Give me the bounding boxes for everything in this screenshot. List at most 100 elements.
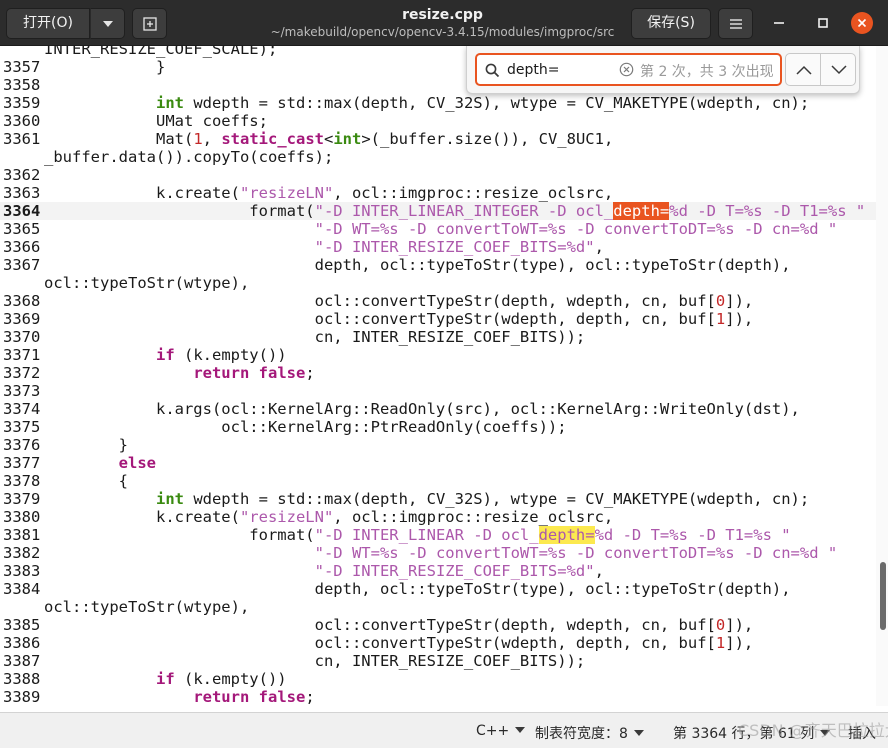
new-tab-button[interactable] [132, 8, 167, 39]
code-line[interactable]: 3383 "-D INTER_RESIZE_COEF_BITS=%d", [0, 562, 876, 580]
code-line[interactable]: 3359 int wdepth = std::max(depth, CV_32S… [0, 94, 876, 112]
code-text: ocl::KernelArg::PtrReadOnly(coeffs)); [44, 418, 567, 436]
code-token: %d -D T=%s -D T1=%s " [594, 526, 791, 544]
code-line[interactable]: 3374 k.args(ocl::KernelArg::ReadOnly(src… [0, 400, 876, 418]
language-selector[interactable]: C++ [476, 723, 526, 739]
code-line[interactable]: 3366 "-D INTER_RESIZE_COEF_BITS=%d", [0, 238, 876, 256]
code-token: } [44, 436, 128, 454]
code-line[interactable]: 3362 [0, 166, 876, 184]
line-number: 3381 [3, 526, 41, 544]
code-token: INTER_RESIZE_COEF_SCALE); [44, 46, 278, 58]
code-line[interactable]: 3378 { [0, 472, 876, 490]
code-line[interactable]: 3365 "-D WT=%s -D convertToWT=%s -D conv… [0, 220, 876, 238]
code-text: ocl::convertTypeStr(depth, wdepth, cn, b… [44, 292, 754, 310]
code-line[interactable]: _buffer.data()).copyTo(coeffs); [0, 148, 876, 166]
code-text: ocl::convertTypeStr(wdepth, depth, cn, b… [44, 634, 754, 652]
code-token: , ocl::imgproc::resize_oclsrc, [333, 184, 614, 202]
code-token: UMat coeffs; [44, 112, 268, 130]
search-box[interactable]: 第 2 次，共 3 次出现 [475, 53, 782, 86]
code-token: "-D WT=%s -D convertToWT=%s -D convertTo… [314, 544, 838, 562]
code-line[interactable]: 3367 depth, ocl::typeToStr(type), ocl::t… [0, 256, 876, 274]
code-line[interactable]: 3364 format("-D INTER_LINEAR_INTEGER -D … [0, 202, 876, 220]
code-token: "-D WT=%s -D convertToWT=%s -D convertTo… [314, 220, 838, 238]
code-token: ]), [725, 292, 754, 310]
code-line[interactable]: 3377 else [0, 454, 876, 472]
code-line[interactable]: ocl::typeToStr(wtype), [0, 598, 876, 616]
close-button[interactable] [851, 12, 873, 34]
code-line[interactable]: 3373 [0, 382, 876, 400]
line-number: 3360 [3, 112, 41, 130]
code-line[interactable]: 3379 int wdepth = std::max(depth, CV_32S… [0, 490, 876, 508]
open-menu-button[interactable] [90, 8, 125, 39]
code-token: if [155, 346, 175, 364]
maximize-button[interactable] [812, 12, 834, 34]
save-button[interactable]: 保存(S) [631, 8, 711, 39]
code-line[interactable]: 3376 } [0, 436, 876, 454]
code-line[interactable]: ocl::typeToStr(wtype), [0, 274, 876, 292]
search-input[interactable] [507, 60, 617, 80]
code-line[interactable]: 3369 ocl::convertTypeStr(wdepth, depth, … [0, 310, 876, 328]
minimize-button[interactable] [768, 12, 790, 34]
line-number: 3379 [3, 490, 41, 508]
vertical-scrollbar[interactable] [876, 46, 888, 706]
line-number: 3388 [3, 670, 41, 688]
code-text: { [44, 472, 128, 490]
code-line[interactable]: 3363 k.create("resizeLN", ocl::imgproc::… [0, 184, 876, 202]
code-token: ocl::KernelArg::PtrReadOnly(coeffs)); [44, 418, 567, 436]
code-token: wdepth = std::max(depth, CV_32S), wtype … [183, 94, 810, 112]
code-token: , [594, 562, 604, 580]
code-line[interactable]: 3382 "-D WT=%s -D convertToWT=%s -D conv… [0, 544, 876, 562]
code-line[interactable]: 3381 format("-D INTER_LINEAR -D ocl_dept… [0, 526, 876, 544]
code-text: ocl::convertTypeStr(wdepth, depth, cn, b… [44, 310, 754, 328]
code-line[interactable]: 3368 ocl::convertTypeStr(depth, wdepth, … [0, 292, 876, 310]
code-line[interactable]: 3375 ocl::KernelArg::PtrReadOnly(coeffs)… [0, 418, 876, 436]
file-path: ~/makebuild/opencv/opencv-3.4.15/modules… [270, 25, 615, 39]
code-editor[interactable]: INTER_RESIZE_COEF_SCALE); 3357 } 3358 3359 … [0, 46, 876, 706]
open-button[interactable]: 打开(O) [6, 8, 90, 39]
line-number: 3364 [3, 202, 41, 220]
search-icon [485, 63, 500, 78]
code-token: %d -D T=%s -D T1=%s " [669, 202, 866, 220]
code-line[interactable]: 3385 ocl::convertTypeStr(depth, wdepth, … [0, 616, 876, 634]
code-line[interactable]: 3389 return false; [0, 688, 876, 706]
code-line[interactable]: 3372 return false; [0, 364, 876, 382]
search-next-button[interactable] [820, 53, 856, 86]
code-line[interactable]: 3360 UMat coeffs; [0, 112, 876, 130]
code-token: return [193, 688, 250, 706]
code-line[interactable]: 3371 if (k.empty()) [0, 346, 876, 364]
code-token: if [155, 670, 175, 688]
line-number: 3380 [3, 508, 41, 526]
line-number: 3384 [3, 580, 41, 598]
line-number: 3361 [3, 130, 41, 148]
code-line[interactable]: 3387 cn, INTER_RESIZE_COEF_BITS)); [0, 652, 876, 670]
code-token: cn, INTER_RESIZE_COEF_BITS)); [44, 652, 586, 670]
code-line[interactable]: 3386 ocl::convertTypeStr(wdepth, depth, … [0, 634, 876, 652]
search-previous-button[interactable] [785, 53, 821, 86]
line-number: 3370 [3, 328, 41, 346]
line-number: 3362 [3, 166, 41, 184]
code-text: depth, ocl::typeToStr(type), ocl::typeTo… [44, 580, 791, 598]
clear-search-icon[interactable] [619, 62, 634, 77]
chevron-down-icon [515, 727, 526, 733]
code-token: format( [44, 202, 315, 220]
code-line[interactable]: 3361 Mat(1, static_cast<int>(_buffer.siz… [0, 130, 876, 148]
code-token: return [193, 364, 250, 382]
scrollbar-thumb[interactable] [880, 562, 886, 630]
code-line[interactable]: 3384 depth, ocl::typeToStr(type), ocl::t… [0, 580, 876, 598]
code-token: (k.empty()) [174, 346, 287, 364]
code-text: int wdepth = std::max(depth, CV_32S), wt… [44, 94, 809, 112]
code-text: return false; [44, 364, 314, 382]
code-line[interactable]: 3370 cn, INTER_RESIZE_COEF_BITS)); [0, 328, 876, 346]
code-token: ocl::convertTypeStr(wdepth, depth, cn, b… [44, 634, 716, 652]
code-token: false [258, 364, 306, 382]
code-line[interactable]: 3380 k.create("resizeLN", ocl::imgproc::… [0, 508, 876, 526]
code-token: ocl::typeToStr(wtype), [44, 274, 250, 292]
code-line[interactable]: 3388 if (k.empty()) [0, 670, 876, 688]
menu-button[interactable] [718, 8, 753, 39]
tab-width-selector[interactable]: 制表符宽度：8 [535, 723, 644, 743]
